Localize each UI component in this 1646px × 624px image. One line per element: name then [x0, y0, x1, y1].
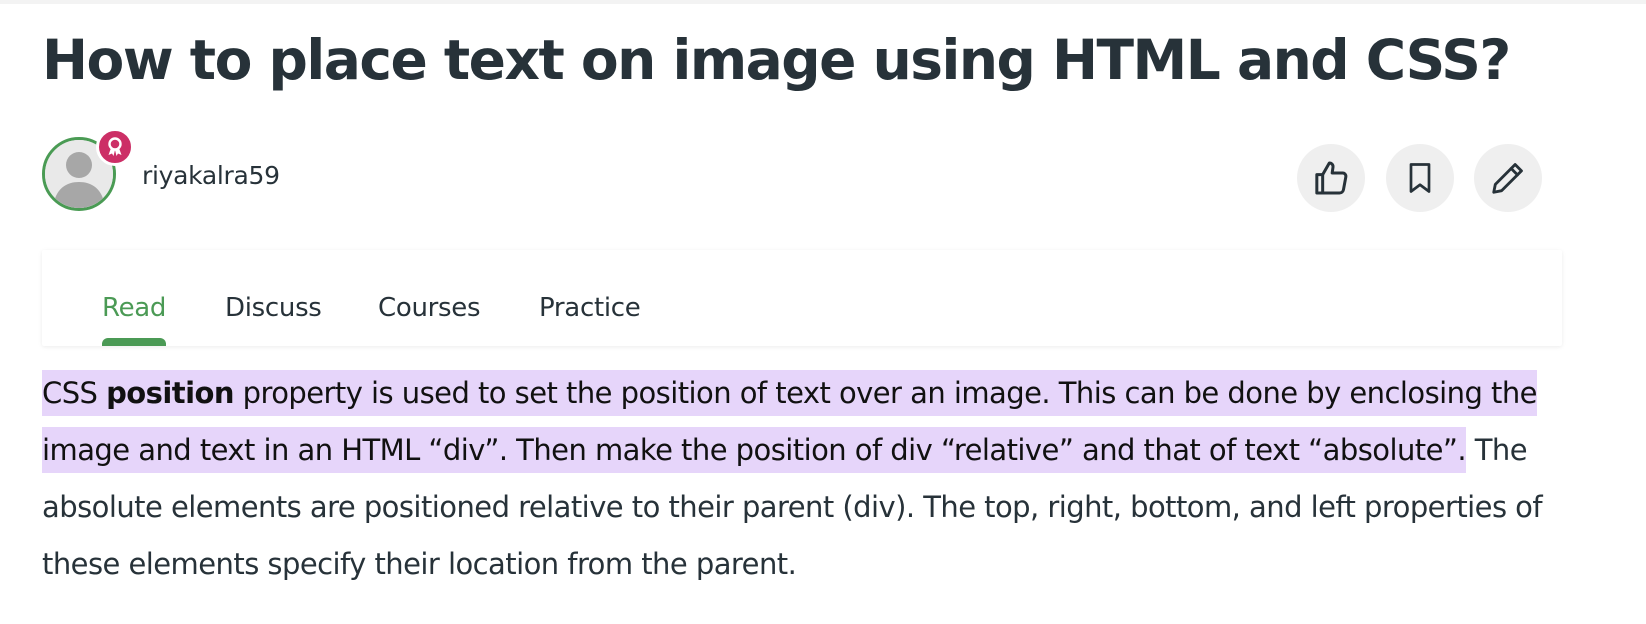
thumbs-up-icon: [1315, 161, 1348, 195]
tab-discuss[interactable]: Discuss: [225, 290, 322, 326]
pencil-icon: [1492, 163, 1523, 194]
bookmark-button[interactable]: [1386, 144, 1454, 212]
author-name[interactable]: riyakalra59: [142, 161, 280, 191]
article-title: How to place text on image using HTML an…: [42, 28, 1511, 92]
article-paragraph: CSS position property is used to set the…: [42, 365, 1602, 593]
award-badge-icon: [96, 128, 134, 166]
article-tabs: Read Discuss Courses Practice: [42, 250, 1562, 346]
top-divider: [0, 0, 1646, 4]
text-highlight-rest: property is used to set the position of …: [42, 376, 1538, 467]
highlighted-text: CSS position property is used to set the…: [42, 370, 1538, 473]
tab-courses[interactable]: Courses: [378, 290, 481, 326]
tab-read[interactable]: Read: [102, 290, 166, 326]
edit-button[interactable]: [1474, 144, 1542, 212]
keyword-position: position: [106, 376, 234, 410]
like-button[interactable]: [1297, 144, 1365, 212]
bookmark-icon: [1409, 163, 1431, 193]
active-tab-indicator: [102, 338, 166, 346]
tab-practice[interactable]: Practice: [539, 290, 641, 326]
text-css: CSS: [42, 376, 107, 410]
